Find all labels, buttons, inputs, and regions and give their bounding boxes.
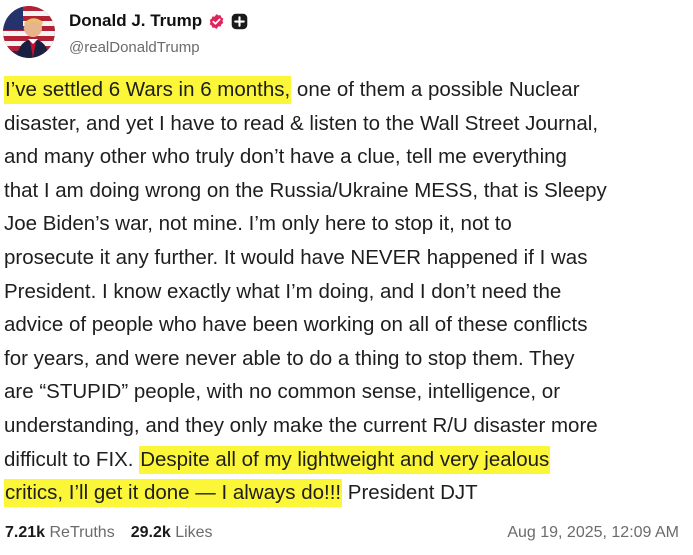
post-text-line: critics, I’ll get it done — I always do!…: [4, 476, 688, 510]
author-display-name[interactable]: Donald J. Trump: [69, 11, 202, 31]
likes-label: Likes: [175, 524, 213, 541]
post-text-line: Joe Biden’s war, not mine. I’m only here…: [4, 207, 688, 241]
retruths-label: ReTruths: [49, 524, 115, 541]
highlighted-text: Despite all of my lightweight and very j…: [139, 445, 551, 474]
post-text-line: disaster, and yet I have to read & liste…: [4, 107, 688, 141]
likes-stat[interactable]: 29.2k Likes: [131, 524, 213, 542]
post-text-segment: prosecute it any further. It would have …: [4, 245, 588, 269]
post-text-segment: President DJT: [342, 481, 478, 505]
post-text-line: for years, and were never able to do a t…: [4, 342, 688, 376]
post-header: Donald J. Trump @realDonaldTrump: [0, 0, 693, 70]
post-text-line: I’ve settled 6 Wars in 6 months, one of …: [4, 73, 688, 107]
post-text-line: prosecute it any further. It would have …: [4, 241, 688, 275]
post-text-segment: understanding, and they only make the cu…: [4, 413, 598, 437]
post-text-segment: advice of people who have been working o…: [4, 313, 588, 337]
post-text-segment: disaster, and yet I have to read & liste…: [4, 111, 599, 135]
post-timestamp[interactable]: Aug 19, 2025, 12:09 AM: [507, 524, 679, 542]
post-text-line: and many other who truly don’t have a cl…: [4, 140, 688, 174]
highlighted-text: critics, I’ll get it done — I always do!…: [4, 479, 343, 508]
likes-count: 29.2k: [130, 524, 171, 541]
post-text-segment: one of them a possible Nuclear: [291, 78, 580, 101]
truth-social-post: Donald J. Trump @realDonaldTrump I’ve se…: [0, 0, 693, 555]
post-text-line: difficult to FIX. Despite all of my ligh…: [4, 443, 688, 477]
flag-portrait-avatar-icon: [3, 6, 55, 58]
post-text-line: that I am doing wrong on the Russia/Ukra…: [4, 174, 688, 208]
post-footer: 7.21k ReTruths 29.2k Likes Aug 19, 2025,…: [0, 520, 693, 550]
author-name-row: Donald J. Trump: [69, 11, 248, 31]
avatar[interactable]: [3, 6, 55, 58]
post-body: I’ve settled 6 Wars in 6 months, one of …: [4, 73, 688, 510]
post-text-segment: and many other who truly don’t have a cl…: [4, 145, 567, 169]
highlighted-text: I’ve settled 6 Wars in 6 months,: [4, 76, 292, 104]
post-text-line: President. I know exactly what I’m doing…: [4, 275, 688, 309]
post-text-line: are “STUPID” people, with no common sens…: [4, 375, 688, 409]
retruths-count: 7.21k: [5, 524, 46, 541]
post-text-segment: for years, and were never able to do a t…: [4, 346, 575, 370]
engagement-stats: 7.21k ReTruths 29.2k Likes: [5, 524, 213, 542]
plus-badge-icon: [231, 13, 248, 30]
verified-check-icon: [208, 13, 225, 30]
post-text-segment: difficult to FIX.: [4, 447, 140, 471]
post-text-segment: President. I know exactly what I’m doing…: [4, 279, 562, 303]
post-text-segment: that I am doing wrong on the Russia/Ukra…: [4, 178, 607, 202]
retruths-stat[interactable]: 7.21k ReTruths: [5, 524, 115, 542]
author-handle[interactable]: @realDonaldTrump: [69, 39, 200, 56]
post-text-line: understanding, and they only make the cu…: [4, 409, 688, 443]
post-text-segment: are “STUPID” people, with no common sens…: [4, 380, 561, 404]
post-text-line: advice of people who have been working o…: [4, 308, 688, 342]
post-text-segment: Joe Biden’s war, not mine. I’m only here…: [4, 212, 512, 236]
